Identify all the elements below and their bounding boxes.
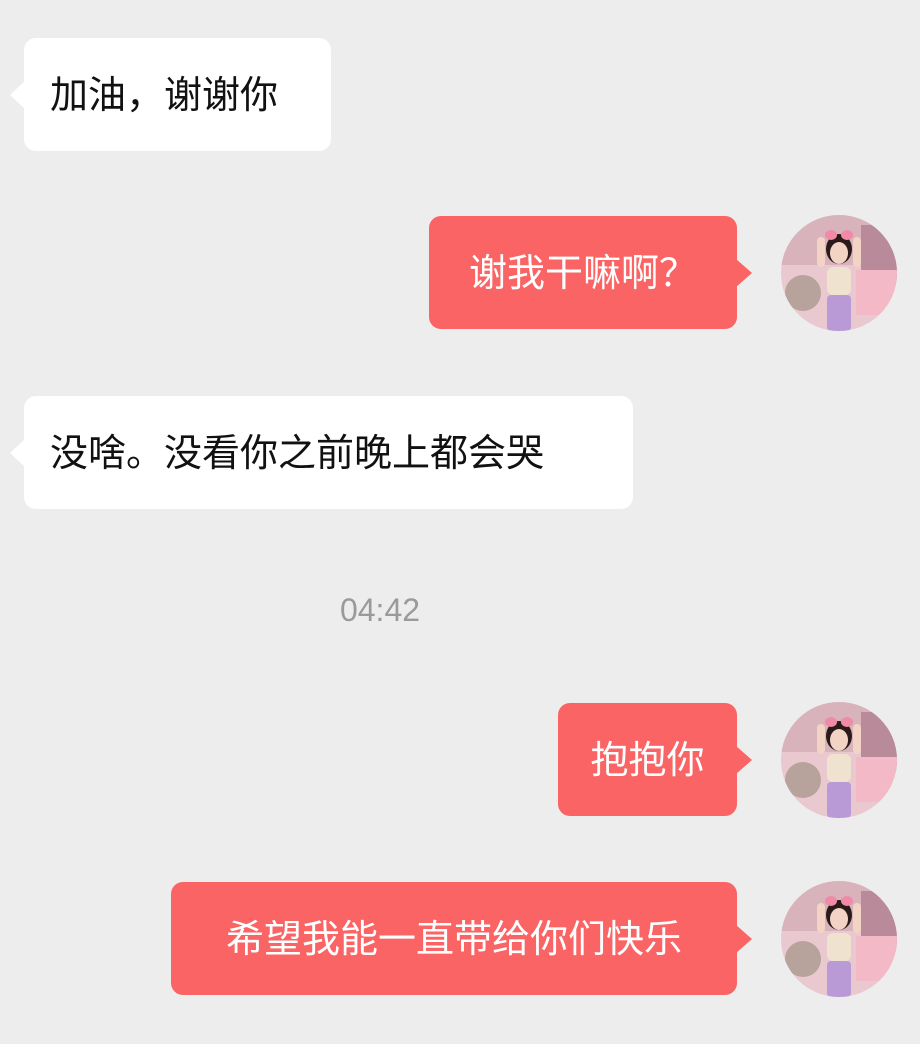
- message-text: 希望我能一直带给你们快乐: [225, 916, 682, 961]
- outgoing-message-bubble[interactable]: 抱抱你: [558, 703, 737, 816]
- message-text: 没啥。没看你之前晚上都会哭: [50, 430, 545, 475]
- avatar-photo: [781, 215, 897, 331]
- avatar-photo: [781, 881, 897, 997]
- message-text: 加油，谢谢你: [50, 72, 279, 117]
- incoming-message-bubble[interactable]: 加油，谢谢你: [24, 38, 331, 151]
- message-text: 抱抱你: [590, 737, 705, 782]
- message-text: 谢我干嘛啊？: [468, 250, 697, 295]
- outgoing-message-bubble[interactable]: 谢我干嘛啊？: [429, 216, 737, 329]
- message-timestamp: 04:42: [339, 592, 421, 628]
- avatar-photo: [781, 702, 897, 818]
- outgoing-message-bubble[interactable]: 希望我能一直带给你们快乐: [171, 882, 737, 995]
- user-avatar[interactable]: [781, 881, 897, 997]
- incoming-message-bubble[interactable]: 没啥。没看你之前晚上都会哭: [24, 396, 633, 509]
- chat-conversation: 加油，谢谢你 谢我干嘛啊？ 没啥。没看你之前晚上都会哭 04:42 抱抱你 希望…: [0, 0, 920, 1044]
- user-avatar[interactable]: [781, 702, 897, 818]
- user-avatar[interactable]: [781, 215, 897, 331]
